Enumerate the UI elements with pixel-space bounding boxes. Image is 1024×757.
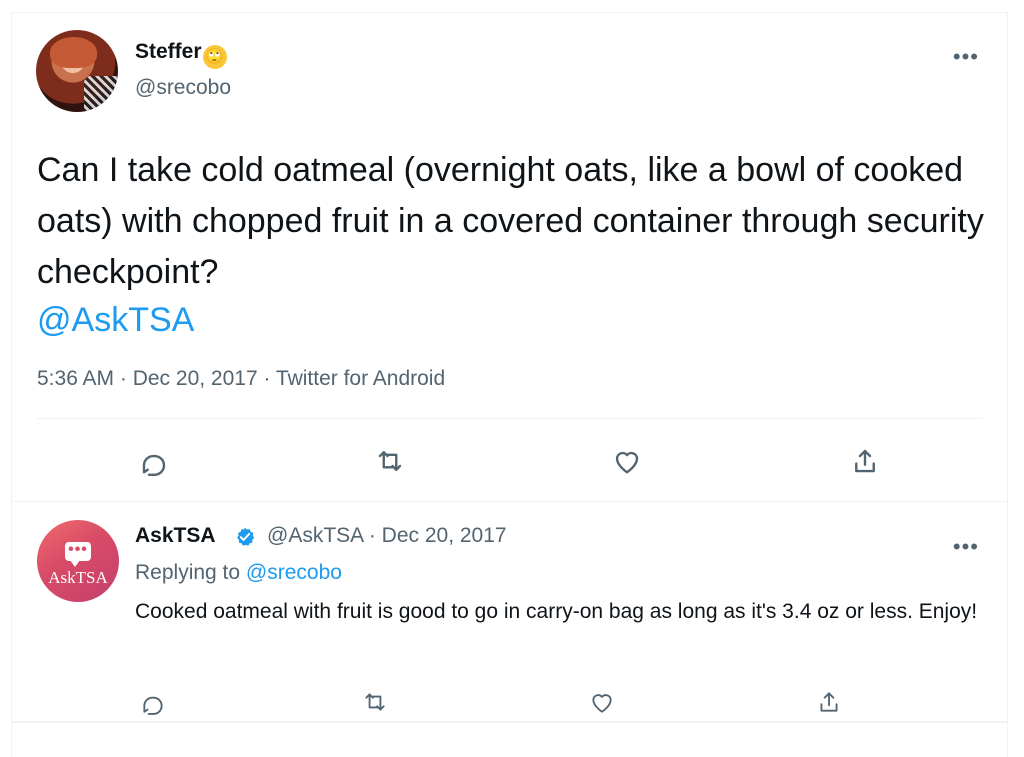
divider [37,418,982,419]
reply-author-name[interactable]: AskTSA [135,524,216,548]
replying-handle-link[interactable]: @srecobo [246,561,342,584]
retweet-button[interactable] [371,442,409,480]
main-tweet[interactable]: Steffer 🙄 @srecobo ••• Can I take cold oa… [12,13,1007,502]
reply-tweet[interactable]: ••• AskTSA AskTSA @AskTSA · Dec 20, 2017… [12,502,1007,723]
reply-tweet-like-button[interactable] [583,683,621,721]
rolling-eyes-emoji: 🙄 [202,45,227,69]
tweet-thread: Steffer 🙄 @srecobo ••• Can I take cold oa… [11,12,1008,757]
reply-tweet-retweet-button[interactable] [356,683,394,721]
reply-button[interactable] [135,442,173,480]
avatar[interactable] [36,30,118,112]
reply-more-options-button[interactable]: ••• [953,536,979,558]
share-icon [820,692,838,712]
reply-icon [142,454,166,476]
replying-prefix: Replying to [135,561,246,584]
like-icon [615,451,639,474]
like-icon [592,694,612,713]
reply-tweet-share-button[interactable] [810,683,848,721]
author-name-label[interactable]: Steffer [135,40,202,63]
tweet-metadata[interactable]: 5:36 AM · Dec 20, 2017 · Twitter for And… [37,367,445,391]
asktsa-avatar[interactable]: ••• AskTSA [37,520,119,602]
reply-icon [143,696,163,715]
mention-link[interactable]: @AskTSA [37,295,194,346]
profile-photo-hair [50,37,97,68]
share-button[interactable] [846,442,884,480]
author-handle[interactable]: @srecobo [135,76,231,100]
more-options-button[interactable]: ••• [953,46,979,68]
reply-tweet-text: Cooked oatmeal with fruit is good to go … [135,600,978,623]
retweet-icon [365,693,385,711]
replying-to: Replying to @srecobo [135,561,342,585]
avatar-label: AskTSA [48,568,108,587]
tweet-text: Can I take cold oatmeal (overnight oats,… [37,151,984,291]
profile-photo-shirt [84,76,118,112]
thread-bottom-divider [12,721,1007,722]
share-icon [855,449,875,473]
verified-badge-icon [237,527,255,546]
reply-tweet-reply-button[interactable] [134,683,172,721]
like-button[interactable] [608,442,646,480]
reply-handle-date[interactable]: @AskTSA · Dec 20, 2017 [267,524,507,548]
chat-dots-icon: ••• [68,541,88,558]
retweet-icon [378,451,402,471]
author-name[interactable]: Steffer 🙄 [135,40,227,69]
